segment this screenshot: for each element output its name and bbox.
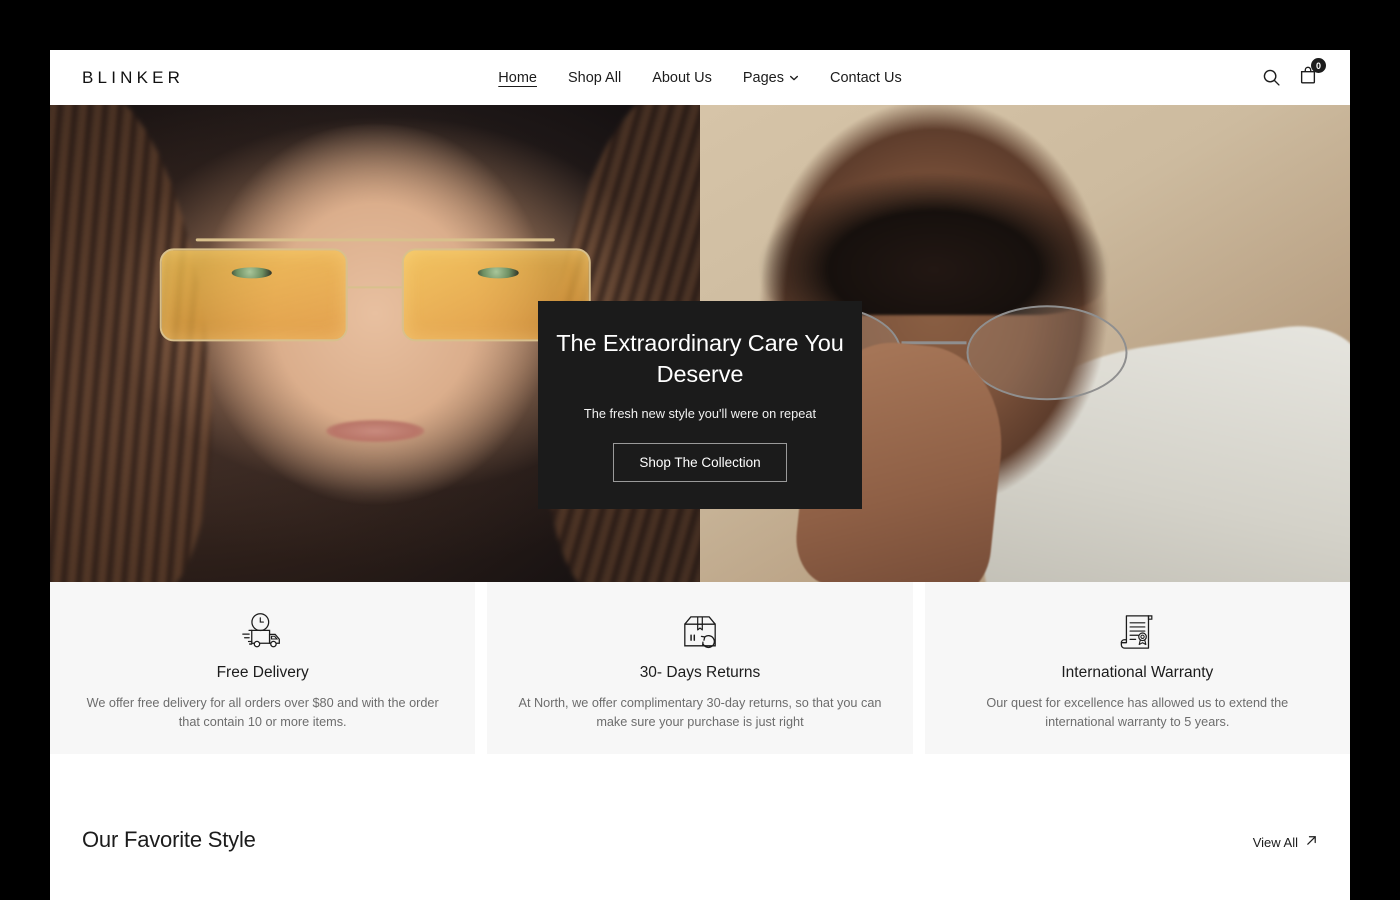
yellow-aviator-glasses-decor [151,231,600,350]
model-lips-decor [326,419,424,442]
hero-section: The Extraordinary Care You Deserve The f… [50,105,1350,582]
nav-item-about-us[interactable]: About Us [652,70,712,86]
nav-item-home-label: Home [498,69,537,86]
nav-item-about-us-label: About Us [652,69,712,86]
feature-card-30-days-returns: 30- Days Returns At North, we offer comp… [487,582,913,754]
main-navigation: Home Shop All About Us Pages Contact Us [50,70,1350,86]
round-lens-right [966,305,1128,401]
glasses-lens-left [159,248,349,342]
nav-item-shop-all[interactable]: Shop All [568,70,621,86]
view-all-label: View All [1252,834,1298,850]
feature-description: At North, we offer complimentary 30-day … [518,696,882,729]
warranty-certificate-icon [1114,604,1160,660]
chevron-down-icon [789,73,799,83]
view-all-link[interactable]: View All [1253,834,1318,853]
hero-promo-card: The Extraordinary Care You Deserve The f… [538,301,862,509]
cart-count-badge: 0 [1311,58,1326,73]
favorites-section: Our Favorite Style View All [50,754,1350,853]
feature-description: Our quest for excellence has allowed us … [986,696,1289,729]
delivery-truck-clock-icon [236,604,290,660]
nav-item-shop-all-label: Shop All [567,69,622,86]
nav-item-pages-label: Pages [742,69,784,86]
nav-item-contact-us[interactable]: Contact Us [830,70,902,86]
site-header: BLINKER Home Shop All About Us Pages Con… [50,50,1350,105]
brand-logo[interactable]: BLINKER [82,68,184,88]
return-box-icon [675,604,725,660]
search-icon[interactable] [1262,68,1281,87]
feature-title: Free Delivery [216,664,309,681]
nav-item-home[interactable]: Home [498,70,537,86]
hero-subtitle: The fresh new style you'll were on repea… [583,406,817,422]
feature-card-free-delivery: Free Delivery We offer free delivery for… [50,582,476,754]
nav-item-pages[interactable]: Pages [743,70,799,86]
glasses-top-bar [195,238,555,242]
arrow-up-right-icon [1305,834,1318,850]
cart-button[interactable]: 0 [1298,58,1326,90]
feature-title: International Warranty [1061,664,1214,681]
site-page: BLINKER Home Shop All About Us Pages Con… [50,50,1350,900]
model-hair-decor [758,152,1110,315]
feature-description: We offer free delivery for all orders ov… [86,696,439,729]
hero-title: The Extraordinary Care You Deserve [556,329,844,387]
feature-title: 30- Days Returns [639,664,761,681]
glasses-bridge [348,286,402,289]
nav-item-contact-us-label: Contact Us [829,69,902,86]
shop-the-collection-button[interactable]: Shop The Collection [613,443,787,483]
features-section: Free Delivery We offer free delivery for… [50,582,1350,754]
feature-card-international-warranty: International Warranty Our quest for exc… [924,582,1350,754]
section-title-our-favorite-style: Our Favorite Style [82,827,256,852]
header-actions: 0 [1262,58,1326,90]
